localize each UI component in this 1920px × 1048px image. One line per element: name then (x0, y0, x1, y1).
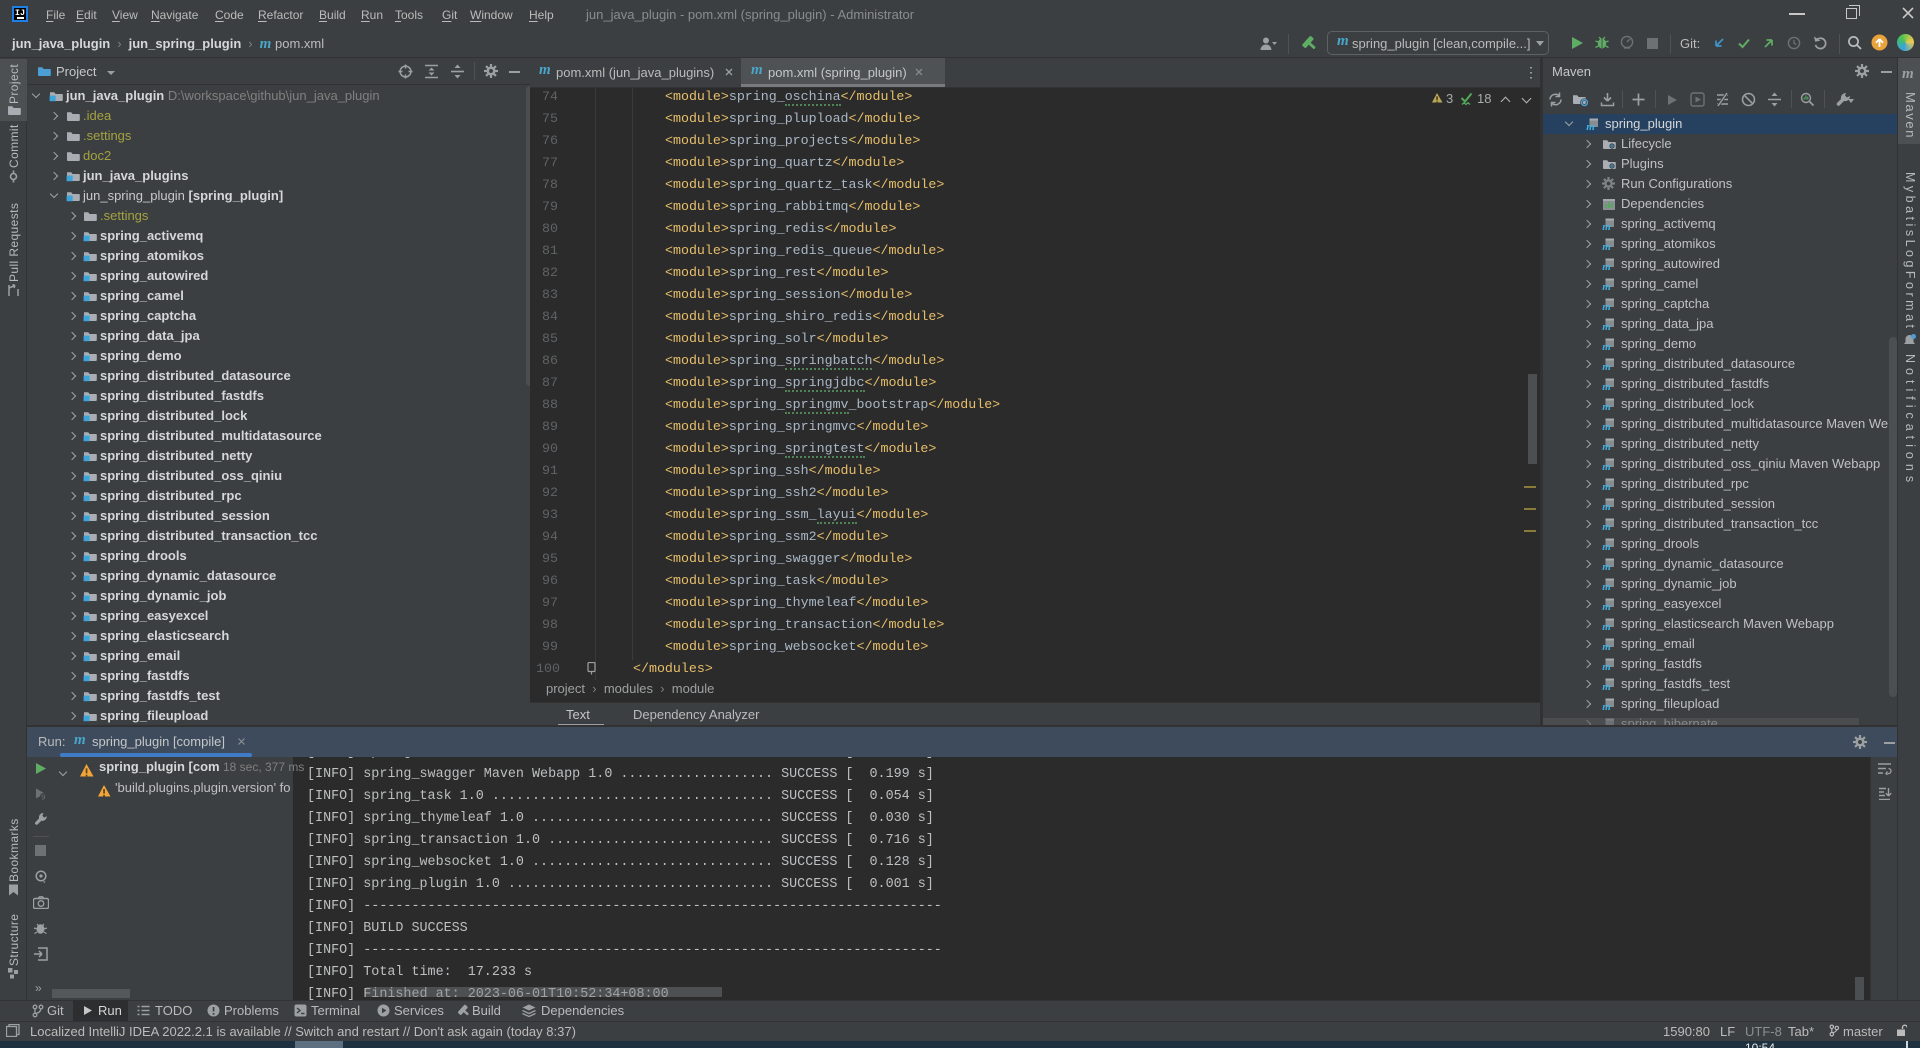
svg-text:m: m (1586, 121, 1595, 131)
svg-text:m: m (1602, 381, 1611, 391)
svg-text:m: m (1602, 681, 1611, 691)
svg-text:m: m (1602, 701, 1611, 711)
svg-text:m: m (1602, 421, 1611, 431)
svg-text:m: m (1602, 221, 1611, 231)
svg-text:m: m (1602, 621, 1611, 631)
svg-text:m: m (1602, 481, 1611, 491)
svg-text:m: m (1602, 321, 1611, 331)
svg-text:m: m (1602, 541, 1611, 551)
svg-text:m: m (1602, 361, 1611, 371)
svg-text:m: m (1602, 341, 1611, 351)
svg-text:m: m (1602, 521, 1611, 531)
svg-text:m: m (1602, 641, 1611, 651)
svg-text:m: m (1602, 281, 1611, 291)
svg-text:9: 9 (41, 792, 45, 800)
svg-text:m: m (1602, 401, 1611, 411)
svg-text:m: m (1602, 241, 1611, 251)
svg-text:m: m (1602, 441, 1611, 451)
svg-text:m: m (1602, 561, 1611, 571)
svg-text:m: m (1602, 601, 1611, 611)
svg-text:m: m (1602, 261, 1611, 271)
svg-text:m: m (1602, 301, 1611, 311)
svg-text:m: m (1602, 661, 1611, 671)
svg-text:m: m (1602, 581, 1611, 591)
svg-text:m: m (1602, 501, 1611, 511)
svg-text:m: m (1602, 461, 1611, 471)
